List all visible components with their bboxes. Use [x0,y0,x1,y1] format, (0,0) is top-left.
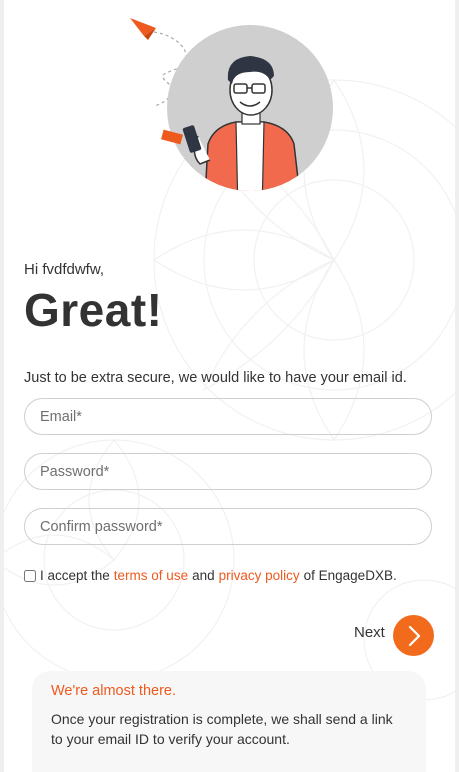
chevron-right-icon [408,625,420,646]
notice-body: Once your registration is complete, we s… [51,711,393,747]
notice-title: We're almost there. [51,683,176,699]
next-button[interactable] [393,615,434,656]
greeting-text: Hi fvdfdwfw, [24,261,105,278]
person-with-phone-illustration [130,18,333,191]
page-title: Great! [24,284,163,336]
terms-checkbox[interactable] [24,569,36,582]
terms-prefix: I accept the [40,568,110,583]
terms-suffix: of EngageDXB. [303,568,397,583]
terms-of-use-link[interactable]: terms of use [114,568,188,583]
registration-card: Hi fvdfdwfw, Great! Just to be extra sec… [4,0,455,772]
paper-plane-icon [130,18,156,40]
confirm-password-field[interactable] [24,508,432,545]
password-field[interactable] [24,453,432,490]
terms-and: and [192,568,215,583]
privacy-policy-link[interactable]: privacy policy [219,568,300,583]
email-field[interactable] [24,398,432,435]
info-notice: We're almost there. Once your registrati… [32,671,426,772]
instruction-text: Just to be extra secure, we would like t… [24,370,407,386]
next-label[interactable]: Next [354,624,385,641]
terms-row: I accept the terms of use and privacy po… [24,568,397,583]
